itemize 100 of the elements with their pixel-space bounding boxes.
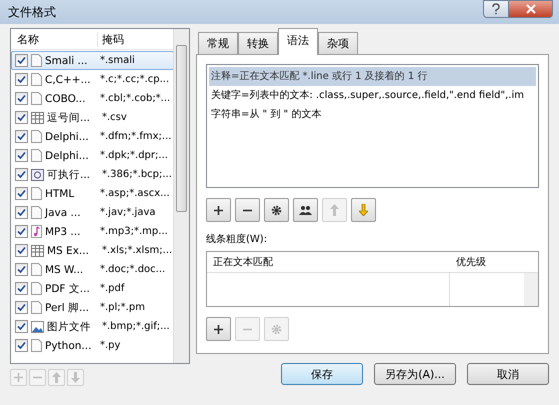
- checkbox[interactable]: [15, 282, 28, 295]
- file-format-row[interactable]: Smali ... *.smali: [11, 51, 174, 70]
- format-name: Delphi...: [45, 150, 90, 162]
- file-format-row[interactable]: HTML *.asp;*.ascx...: [11, 184, 174, 203]
- checkbox[interactable]: [15, 168, 28, 181]
- check-icon: [17, 113, 26, 122]
- image-icon: [31, 320, 44, 332]
- up-arrow-icon: [52, 372, 61, 383]
- file-format-row[interactable]: Perl 脚... *.pl;*.pm: [11, 298, 174, 317]
- file-format-row[interactable]: COBO... *.cbl;*.cob;*...: [11, 89, 174, 108]
- checkbox[interactable]: [15, 225, 28, 238]
- file-format-row[interactable]: Python... *.py: [11, 336, 174, 355]
- check-icon: [17, 227, 26, 236]
- format-mask: *.smali: [100, 55, 135, 66]
- format-name: 图片文件: [47, 320, 92, 334]
- dialog-button[interactable]: 保存: [281, 363, 363, 385]
- file-format-row[interactable]: 可执行... *.386;*.bcp;...: [11, 165, 174, 184]
- format-mask: *.dfm;*.fmx;...: [100, 131, 172, 142]
- checkbox[interactable]: [15, 130, 28, 143]
- people-button[interactable]: [293, 198, 318, 222]
- column-header[interactable]: 掩码: [98, 32, 124, 46]
- document-icon: [31, 92, 42, 105]
- plus-button[interactable]: [206, 317, 231, 341]
- file-format-row[interactable]: 逗号间... *.csv: [11, 108, 174, 127]
- checkbox[interactable]: [15, 320, 28, 333]
- document-icon: [31, 73, 42, 86]
- file-format-row[interactable]: Java ... *.jav;*.java: [11, 203, 174, 222]
- checkbox[interactable]: [15, 206, 28, 219]
- tab[interactable]: 语法: [278, 28, 318, 55]
- syntax-rule-item[interactable]: 字符串=从 " 到 " 的文本: [209, 105, 536, 124]
- format-mask: *.386;*.bcp;...: [102, 169, 172, 180]
- format-mask: *.pdf: [100, 283, 124, 294]
- gear-button[interactable]: [264, 198, 289, 222]
- column-header[interactable]: 名称: [11, 32, 98, 46]
- format-mask: *.pl;*.pm: [100, 302, 145, 313]
- checkbox[interactable]: [15, 187, 28, 200]
- format-mask: *.csv: [102, 112, 127, 123]
- file-format-row[interactable]: MS W... *.doc;*.doc...: [11, 260, 174, 279]
- document-icon: [31, 206, 42, 219]
- format-name: COBO...: [45, 92, 86, 104]
- checkbox[interactable]: [15, 301, 28, 314]
- format-name: C,C++...: [45, 74, 92, 86]
- syntax-rule-item[interactable]: 注释=正在文本匹配 *.line 或行 1 及接着的 1 行: [209, 67, 536, 86]
- checkbox[interactable]: [15, 339, 28, 352]
- plus-icon: [214, 324, 223, 334]
- help-button[interactable]: [483, 0, 509, 18]
- minus-button[interactable]: [235, 198, 260, 222]
- column-header[interactable]: 正在文本匹配: [207, 255, 448, 269]
- tab[interactable]: 杂项: [318, 32, 358, 54]
- down-button[interactable]: [351, 198, 376, 222]
- down-arrow-icon: [71, 372, 80, 383]
- checkbox[interactable]: [15, 111, 28, 124]
- checkbox[interactable]: [15, 263, 28, 276]
- document-icon: [31, 263, 42, 276]
- document-icon: [31, 187, 42, 200]
- plus-button[interactable]: [206, 198, 231, 222]
- file-format-row[interactable]: MP3 ... *.mp3;*.mp...: [11, 222, 174, 241]
- document-icon: [31, 282, 42, 295]
- scrollbar[interactable]: [173, 29, 189, 363]
- dialog-button[interactable]: 另存为(A)...: [374, 363, 456, 385]
- file-format-row[interactable]: Delphi... *.dpk;*.dpr;...: [11, 146, 174, 165]
- dialog-button[interactable]: 取消: [467, 363, 549, 385]
- check-icon: [17, 246, 26, 255]
- format-mask: *.bmp;*.gif;...: [102, 321, 170, 332]
- check-icon: [17, 56, 26, 65]
- file-format-row[interactable]: PDF 文... *.pdf: [11, 279, 174, 298]
- checkbox[interactable]: [15, 244, 28, 257]
- gear-icon: [271, 324, 282, 334]
- file-format-row[interactable]: C,C++... *.c;*.cc;*.cp...: [11, 70, 174, 89]
- format-name: Java ...: [45, 206, 82, 218]
- format-name: Smali ...: [45, 54, 89, 66]
- document-icon: [31, 301, 42, 314]
- scrollbar[interactable]: [524, 273, 538, 306]
- check-icon: [17, 75, 26, 84]
- column-header[interactable]: 优先级: [448, 255, 486, 269]
- syntax-rule-item[interactable]: 关键字=列表中的文本: .class,.super,.source,.field,".end field",.im: [209, 86, 536, 105]
- format-mask: *.cbl;*.cob;*...: [100, 93, 170, 104]
- tab[interactable]: 常规: [198, 32, 238, 54]
- file-format-row[interactable]: MS Ex... *.xls;*.xlsm;...: [11, 241, 174, 260]
- document-icon: [31, 130, 42, 143]
- check-icon: [17, 132, 26, 141]
- file-format-row[interactable]: Delphi... *.dfm;*.fmx;...: [11, 127, 174, 146]
- format-name: PDF 文...: [45, 282, 91, 296]
- checkbox[interactable]: [15, 73, 28, 86]
- checkbox[interactable]: [15, 92, 28, 105]
- format-name: HTML: [45, 188, 76, 200]
- check-icon: [17, 303, 26, 312]
- line-width-label: 线条粗度(W):: [206, 232, 268, 246]
- file-format-row[interactable]: 图片文件 *.bmp;*.gif;...: [11, 317, 174, 336]
- check-icon: [17, 170, 26, 179]
- format-name: 逗号间...: [47, 110, 92, 124]
- tab[interactable]: 转换: [238, 32, 278, 54]
- close-icon: [526, 4, 536, 14]
- format-mask: *.jav;*.java: [100, 207, 156, 218]
- table-icon: [31, 244, 44, 256]
- close-button[interactable]: [509, 0, 553, 18]
- check-icon: [17, 322, 26, 331]
- checkbox[interactable]: [15, 54, 28, 67]
- music-file-icon: [31, 225, 42, 238]
- checkbox[interactable]: [15, 149, 28, 162]
